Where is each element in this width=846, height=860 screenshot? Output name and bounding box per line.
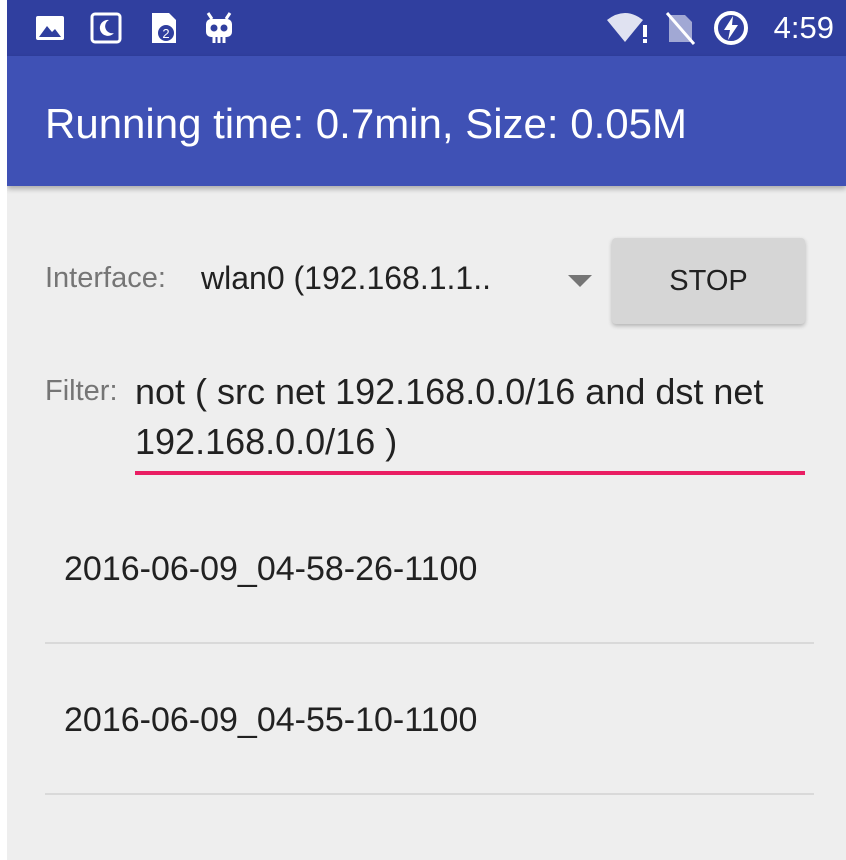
filter-label: Filter: (45, 375, 118, 407)
dropdown-arrow-icon (568, 275, 592, 287)
image-icon (33, 10, 67, 46)
filter-underline (135, 471, 805, 475)
list-divider (45, 793, 814, 795)
app-bar: Running time: 0.7min, Size: 0.05M (7, 56, 846, 186)
status-bar: 2 4:59 (7, 0, 846, 56)
capture-list-item[interactable]: 2016-06-09_04-55-10-1100 (45, 645, 814, 795)
interface-value: wlan0 (192.168.1.1.. (201, 260, 491, 296)
sd-card-icon: 2 (147, 10, 181, 46)
moon-icon (89, 10, 123, 46)
battery-charging-icon (713, 10, 749, 46)
interface-label: Interface: (45, 262, 166, 294)
notification-badge: 2 (162, 26, 169, 41)
stop-button[interactable]: STOP (612, 238, 805, 324)
capture-name: 2016-06-09_04-55-10-1100 (64, 701, 478, 739)
list-divider (45, 642, 814, 644)
filter-value: not ( src net 192.168.0.0/16 and dst net… (135, 371, 764, 462)
app-bar-title: Running time: 0.7min, Size: 0.05M (45, 100, 687, 147)
capture-list-item[interactable]: 2016-06-09_04-58-26-1100 (45, 494, 814, 644)
wifi-alert-icon (605, 10, 651, 46)
no-sim-icon (663, 10, 697, 46)
status-time: 4:59 (773, 10, 834, 45)
app-screen: 2 4:59 Running time: 0.7min, Size: 0.05M… (7, 0, 846, 860)
capture-name: 2016-06-09_04-58-26-1100 (64, 550, 478, 588)
interface-spinner[interactable]: wlan0 (192.168.1.1.. (199, 250, 599, 314)
filter-input[interactable]: not ( src net 192.168.0.0/16 and dst net… (135, 365, 805, 477)
robot-icon (201, 10, 237, 46)
